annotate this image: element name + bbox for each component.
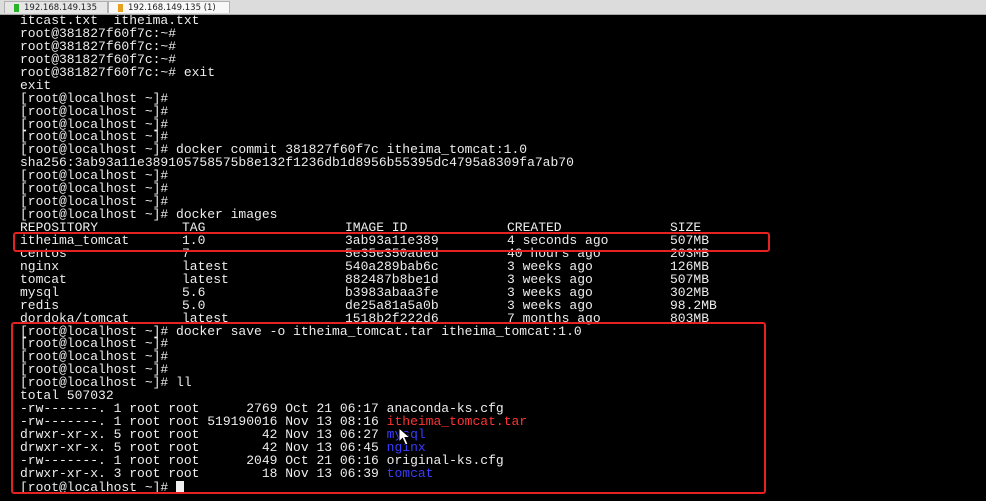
images-table-row: tomcat latest 882487b8be1d 3 weeks ago 507MB [20,273,980,287]
terminal-line: [root@localhost ~]# docker images [20,207,278,223]
session-tab-label: 192.168.149.135 (1) [128,3,216,13]
highlight-box-image-row [13,232,770,252]
images-table-row: mysql 5.6 b3983abaa3fe 3 weeks ago 302MB [20,286,980,300]
connection-status-icon [14,4,19,12]
images-table-row: redis 5.0 de25a81a5a0b 3 weeks ago 98.2MB [20,299,980,313]
images-table-row: nginx latest 540a289bab6c 3 weeks ago 126MB [20,260,980,274]
session-tab-1[interactable]: 192.168.149.135 [4,1,108,13]
session-tab-bar: 192.168.149.135 192.168.149.135 (1) [0,0,986,15]
highlight-box-save-and-list [11,322,766,494]
session-tab-label: 192.168.149.135 [24,3,98,13]
connection-status-icon [118,4,123,12]
session-tab-2[interactable]: 192.168.149.135 (1) [108,1,230,13]
terminal-line: root@381827f60f7c:~# exit [20,64,216,80]
mouse-pointer-icon [398,427,412,446]
